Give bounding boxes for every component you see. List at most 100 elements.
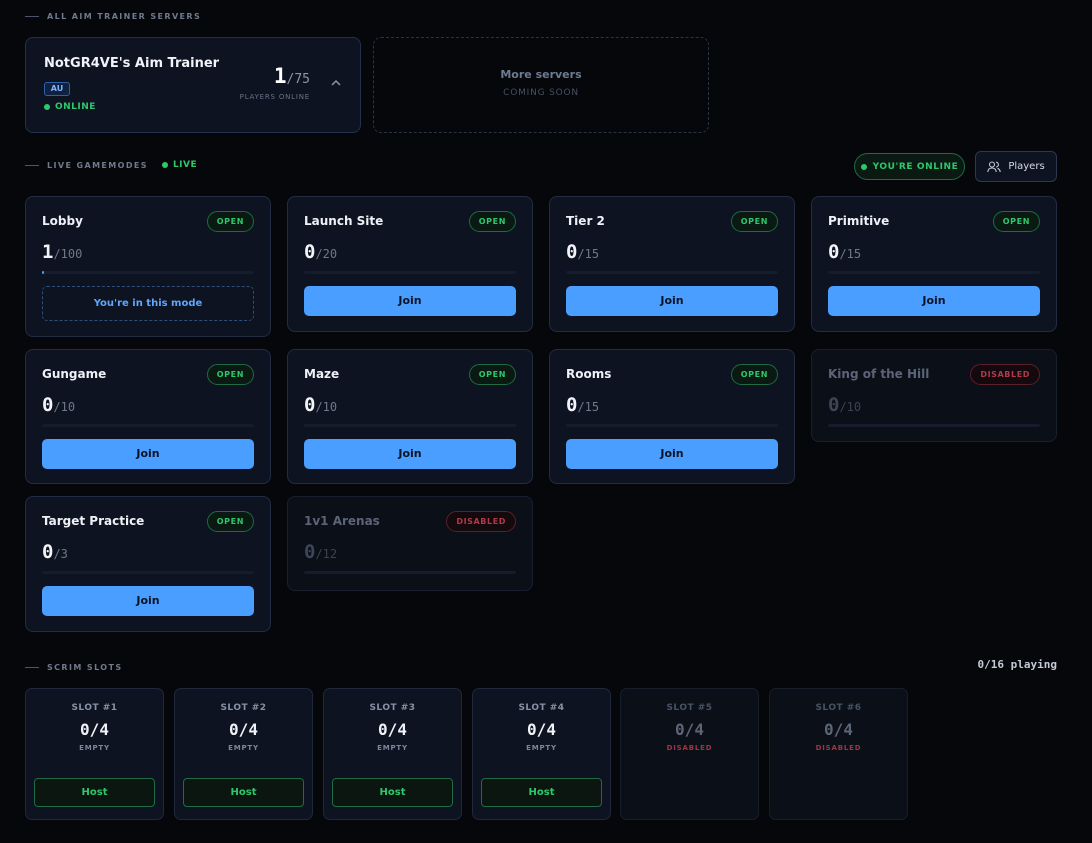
mode-player-count: 0/15 [828,241,861,263]
mode-card-rooms: Rooms OPEN 0/15 Join [549,349,795,484]
mode-count-value: 0 [304,394,316,416]
scrim-slot-4: SLOT #4 0/4 EMPTY Host [472,688,611,820]
status-badge: DISABLED [970,364,1040,385]
join-button[interactable]: Join [304,439,516,469]
mode-count-value: 0 [566,241,578,263]
join-button[interactable]: Join [42,439,254,469]
host-button[interactable]: Host [34,778,155,807]
chevron-up-icon[interactable] [331,78,341,88]
mode-card-launch-site: Launch Site OPEN 0/20 Join [287,196,533,332]
slot-title: SLOT #5 [666,703,713,713]
mode-player-count: 0/10 [828,394,861,416]
mode-progress-bar [42,271,254,274]
mode-name: Gungame [42,367,107,381]
mode-name: Target Practice [42,514,145,528]
online-dot-icon [44,104,50,110]
mode-card-lobby: Lobby OPEN 1/100 You're in this mode [25,196,271,337]
mode-count-value: 0 [304,241,316,263]
slot-title: SLOT #2 [220,703,267,713]
players-button[interactable]: Players [975,151,1057,182]
mode-card-tier-2: Tier 2 OPEN 0/15 Join [549,196,795,332]
mode-count-value: 0 [304,541,316,563]
scrim-section-title: SCRIM SLOTS [47,663,123,672]
slot-title: SLOT #6 [815,703,862,713]
online-status-pill: YOU'RE ONLINE [854,153,965,180]
mode-progress-bar [828,271,1040,274]
host-button[interactable]: Host [183,778,304,807]
mode-count-max: /15 [577,247,600,261]
mode-progress-bar [566,424,778,427]
mode-count-value: 0 [566,394,578,416]
slot-count: 0/4 [824,720,853,739]
servers-section-title: ALL AIM TRAINER SERVERS [47,12,202,21]
mode-count-value: 1 [42,241,54,263]
section-dash [25,164,39,166]
mode-count-value: 0 [828,241,840,263]
mode-count-max: /12 [315,547,338,561]
online-status-label: YOU'RE ONLINE [872,161,959,172]
mode-progress-bar [304,271,516,274]
mode-count-value: 0 [42,394,54,416]
status-badge: OPEN [468,364,516,385]
scrim-slot-3: SLOT #3 0/4 EMPTY Host [323,688,462,820]
scrim-slot-5: SLOT #5 0/4 DISABLED [620,688,759,820]
mode-card-king-of-the-hill: King of the Hill DISABLED 0/10 [811,349,1057,442]
mode-name: 1v1 Arenas [304,514,380,528]
region-badge: AU [44,82,70,96]
scrim-slot-6: SLOT #6 0/4 DISABLED [769,688,908,820]
mode-count-max: /10 [53,400,76,414]
mode-player-count: 0/10 [42,394,75,416]
join-button[interactable]: Join [566,286,778,316]
mode-progress-bar [42,424,254,427]
server-card[interactable]: NotGR4VE's Aim Trainer AU ONLINE 1/75 PL… [25,37,361,133]
mode-count-max: /10 [315,400,338,414]
slot-state: DISABLED [815,744,862,752]
mode-count-value: 0 [828,394,840,416]
slot-state: DISABLED [666,744,713,752]
mode-count-max: /10 [839,400,862,414]
host-button[interactable]: Host [332,778,453,807]
status-badge: OPEN [992,211,1040,232]
mode-player-count: 0/15 [566,394,599,416]
status-badge: OPEN [206,211,254,232]
join-button[interactable]: Join [566,439,778,469]
online-dot-icon [860,163,867,170]
mode-name: Launch Site [304,214,384,228]
mode-card-maze: Maze OPEN 0/10 Join [287,349,533,484]
slot-count: 0/4 [80,720,109,739]
slot-title: SLOT #4 [518,703,565,713]
status-badge: OPEN [730,364,778,385]
scrim-playing-count: 0/16 playing [977,658,1057,671]
server-players-label: PLAYERS ONLINE [239,93,310,101]
mode-count-max: /3 [53,547,68,561]
live-tag: LIVE [161,160,197,170]
mode-name: Tier 2 [566,214,605,228]
join-button[interactable]: Join [304,286,516,316]
more-servers-subtitle: COMING SOON [503,88,579,98]
scrim-slot-1: SLOT #1 0/4 EMPTY Host [25,688,164,820]
slot-count: 0/4 [675,720,704,739]
mode-progress-bar [304,424,516,427]
status-badge: OPEN [206,364,254,385]
join-button[interactable]: Join [828,286,1040,316]
server-capacity: /75 [286,72,310,87]
host-button[interactable]: Host [481,778,602,807]
mode-player-count: 0/3 [42,541,68,563]
status-badge: OPEN [206,511,254,532]
live-dot-icon [161,162,168,168]
servers-section-label: ALL AIM TRAINER SERVERS [25,12,201,21]
server-name: NotGR4VE's Aim Trainer [44,56,220,71]
mode-card-1v1-arenas: 1v1 Arenas DISABLED 0/12 [287,496,533,591]
mode-progress-bar [566,271,778,274]
mode-player-count: 0/20 [304,241,337,263]
slot-state: EMPTY [79,744,110,752]
mode-player-count: 0/10 [304,394,337,416]
mode-name: King of the Hill [828,367,930,381]
mode-progress-bar [304,571,516,574]
slot-title: SLOT #1 [71,703,118,713]
section-dash [25,16,39,17]
join-button[interactable]: Join [42,586,254,616]
mode-count-max: /15 [577,400,600,414]
server-player-count: 1/75 [274,64,310,88]
status-badge: OPEN [730,211,778,232]
